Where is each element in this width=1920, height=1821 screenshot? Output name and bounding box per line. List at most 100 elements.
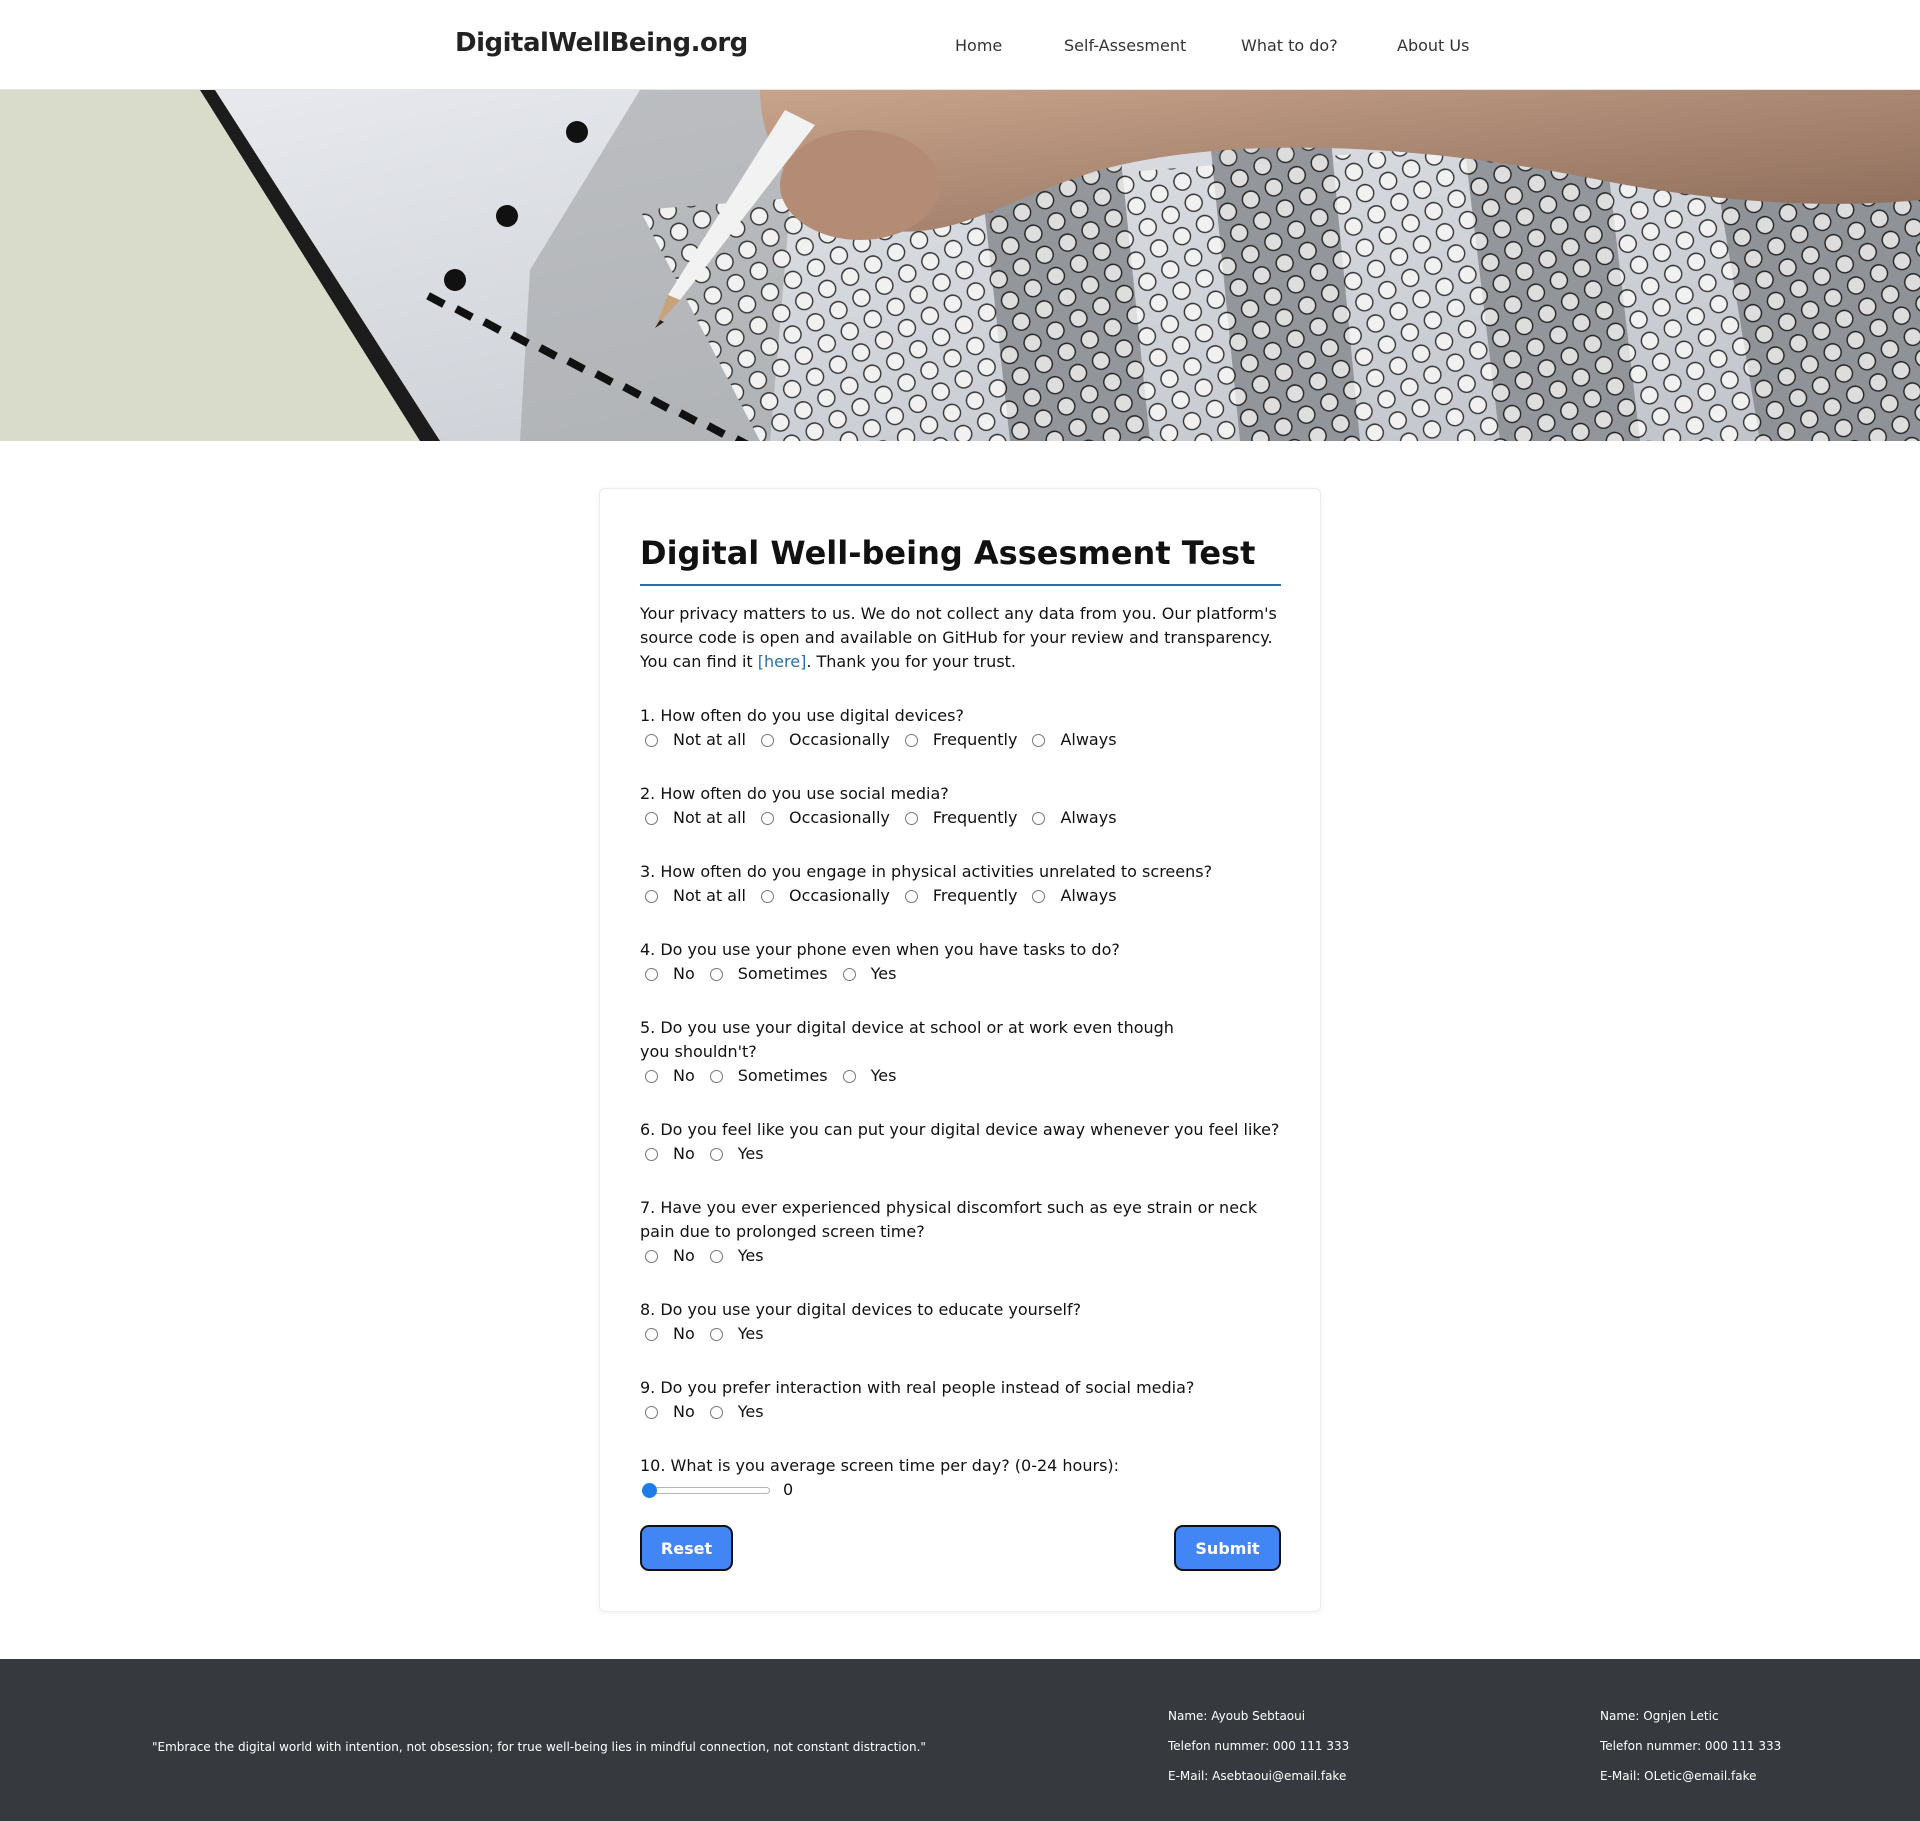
option-label: Frequently [932,886,1018,905]
question-8: 8. Do you use your digital devices to ed… [640,1298,1281,1346]
site-footer: "Embrace the digital world with intentio… [0,1659,1920,1821]
radio-not-at-all[interactable] [645,889,658,903]
question-text: 5. Do you use your digital device at sch… [640,1018,1174,1061]
slider-thumb[interactable] [642,1483,657,1498]
question-1: 1. How often do you use digital devices?… [640,704,1281,752]
option-label: Yes [737,1144,764,1163]
radio-sometimes[interactable] [709,1069,723,1083]
option-label: Always [1060,808,1117,827]
radio-no[interactable] [645,1147,658,1161]
option-label: Always [1060,730,1117,749]
nav-about-us-link[interactable]: About Us [1397,36,1469,55]
nav-self-assesment[interactable]: Self-Assesment [1064,36,1186,55]
question-text: 8. Do you use your digital devices to ed… [640,1300,1082,1319]
footer-quote: "Embrace the digital world with intentio… [152,1740,926,1754]
radio-not-at-all[interactable] [645,733,658,747]
submit-button[interactable]: Submit [1174,1525,1281,1571]
nav-self-assesment-link[interactable]: Self-Assesment [1064,36,1186,55]
option-label: Always [1060,886,1117,905]
radio-no[interactable] [645,967,658,981]
options: No Yes [640,1322,1281,1346]
option-label: Yes [737,1402,764,1421]
option-label: Not at all [673,808,746,827]
option-label: No [673,964,695,983]
radio-no[interactable] [645,1069,658,1083]
option-label: No [673,1144,695,1163]
github-link[interactable]: [here] [758,652,807,671]
reset-button[interactable]: Reset [640,1525,733,1571]
option-label: Frequently [932,730,1018,749]
radio-yes[interactable] [842,967,856,981]
option-label: Occasionally [788,808,890,827]
nav-home[interactable]: Home [955,36,1002,55]
contact-email[interactable]: E-Mail: Asebtaoui@email.fake [1168,1761,1349,1791]
radio-yes[interactable] [709,1147,723,1161]
nav-what-to-do[interactable]: What to do? [1241,36,1338,55]
radio-yes[interactable] [709,1327,723,1341]
radio-always[interactable] [1032,733,1046,747]
screen-time-slider-row: 0 [640,1478,1281,1502]
option-label: Frequently [932,808,1018,827]
slider-value: 0 [783,1480,794,1499]
radio-frequently[interactable] [904,811,918,825]
options: No Yes [640,1244,1281,1268]
option-label: Sometimes [737,964,828,983]
radio-sometimes[interactable] [709,967,723,981]
radio-always[interactable] [1032,811,1046,825]
radio-no[interactable] [645,1249,658,1263]
options: Not at all Occasionally Frequently Alway… [640,884,1281,908]
option-label: No [673,1402,695,1421]
question-9: 9. Do you prefer interaction with real p… [640,1376,1281,1424]
option-label: Not at all [673,886,746,905]
radio-occasionally[interactable] [760,889,774,903]
radio-occasionally[interactable] [760,811,774,825]
radio-not-at-all[interactable] [645,811,658,825]
option-label: No [673,1324,695,1343]
hero-answer-sheet-illustration [0,90,1920,441]
contact-email[interactable]: E-Mail: OLetic@email.fake [1600,1761,1781,1791]
option-label: Yes [737,1246,764,1265]
nav-home-link[interactable]: Home [955,36,1002,55]
question-text: 7. Have you ever experienced physical di… [640,1198,1258,1241]
screen-time-slider[interactable] [642,1482,772,1498]
radio-yes[interactable] [709,1405,723,1419]
contact-name: Name: Ayoub Sebtaoui [1168,1709,1306,1723]
radio-yes[interactable] [842,1069,856,1083]
privacy-text-end: . Thank you for your trust. [806,652,1017,671]
contact-phone: Telefon nummer: 000 111 333 [1168,1739,1350,1753]
question-text: 4. Do you use your phone even when you h… [640,940,1120,959]
options: Not at all Occasionally Frequently Alway… [640,806,1281,830]
radio-frequently[interactable] [904,733,918,747]
option-label: Yes [737,1324,764,1343]
options: No Sometimes Yes [640,962,1281,986]
question-3: 3. How often do you engage in physical a… [640,860,1281,908]
radio-frequently[interactable] [904,889,918,903]
question-text: 1. How often do you use digital devices? [640,706,964,725]
options: No Yes [640,1400,1281,1424]
option-label: Yes [870,1066,897,1085]
question-text: 9. Do you prefer interaction with real p… [640,1378,1195,1397]
option-label: No [673,1246,695,1265]
hero-image [0,90,1920,441]
nav-about-us[interactable]: About Us [1397,36,1469,55]
question-10: 10. What is you average screen time per … [640,1454,1281,1502]
options: No Sometimes Yes [640,1064,1281,1088]
site-logo[interactable]: DigitalWellBeing.org [455,28,748,58]
option-label: Not at all [673,730,746,749]
radio-yes[interactable] [709,1249,723,1263]
question-2: 2. How often do you use social media? No… [640,782,1281,830]
slider-track[interactable] [642,1487,770,1494]
radio-no[interactable] [645,1405,658,1419]
question-text: 6. Do you feel like you can put your dig… [640,1120,1280,1139]
radio-no[interactable] [645,1327,658,1341]
question-text: 10. What is you average screen time per … [640,1456,1120,1475]
nav-what-to-do-link[interactable]: What to do? [1241,36,1338,55]
option-label: Occasionally [788,886,890,905]
option-label: Sometimes [737,1066,828,1085]
radio-occasionally[interactable] [760,733,774,747]
radio-always[interactable] [1032,889,1046,903]
option-label: Occasionally [788,730,890,749]
site-header: DigitalWellBeing.org Home Self-Assesment… [0,0,1920,90]
question-7: 7. Have you ever experienced physical di… [640,1196,1281,1268]
contact-card-2: Name: Ognjen Letic Telefon nummer: 000 1… [1600,1701,1781,1791]
